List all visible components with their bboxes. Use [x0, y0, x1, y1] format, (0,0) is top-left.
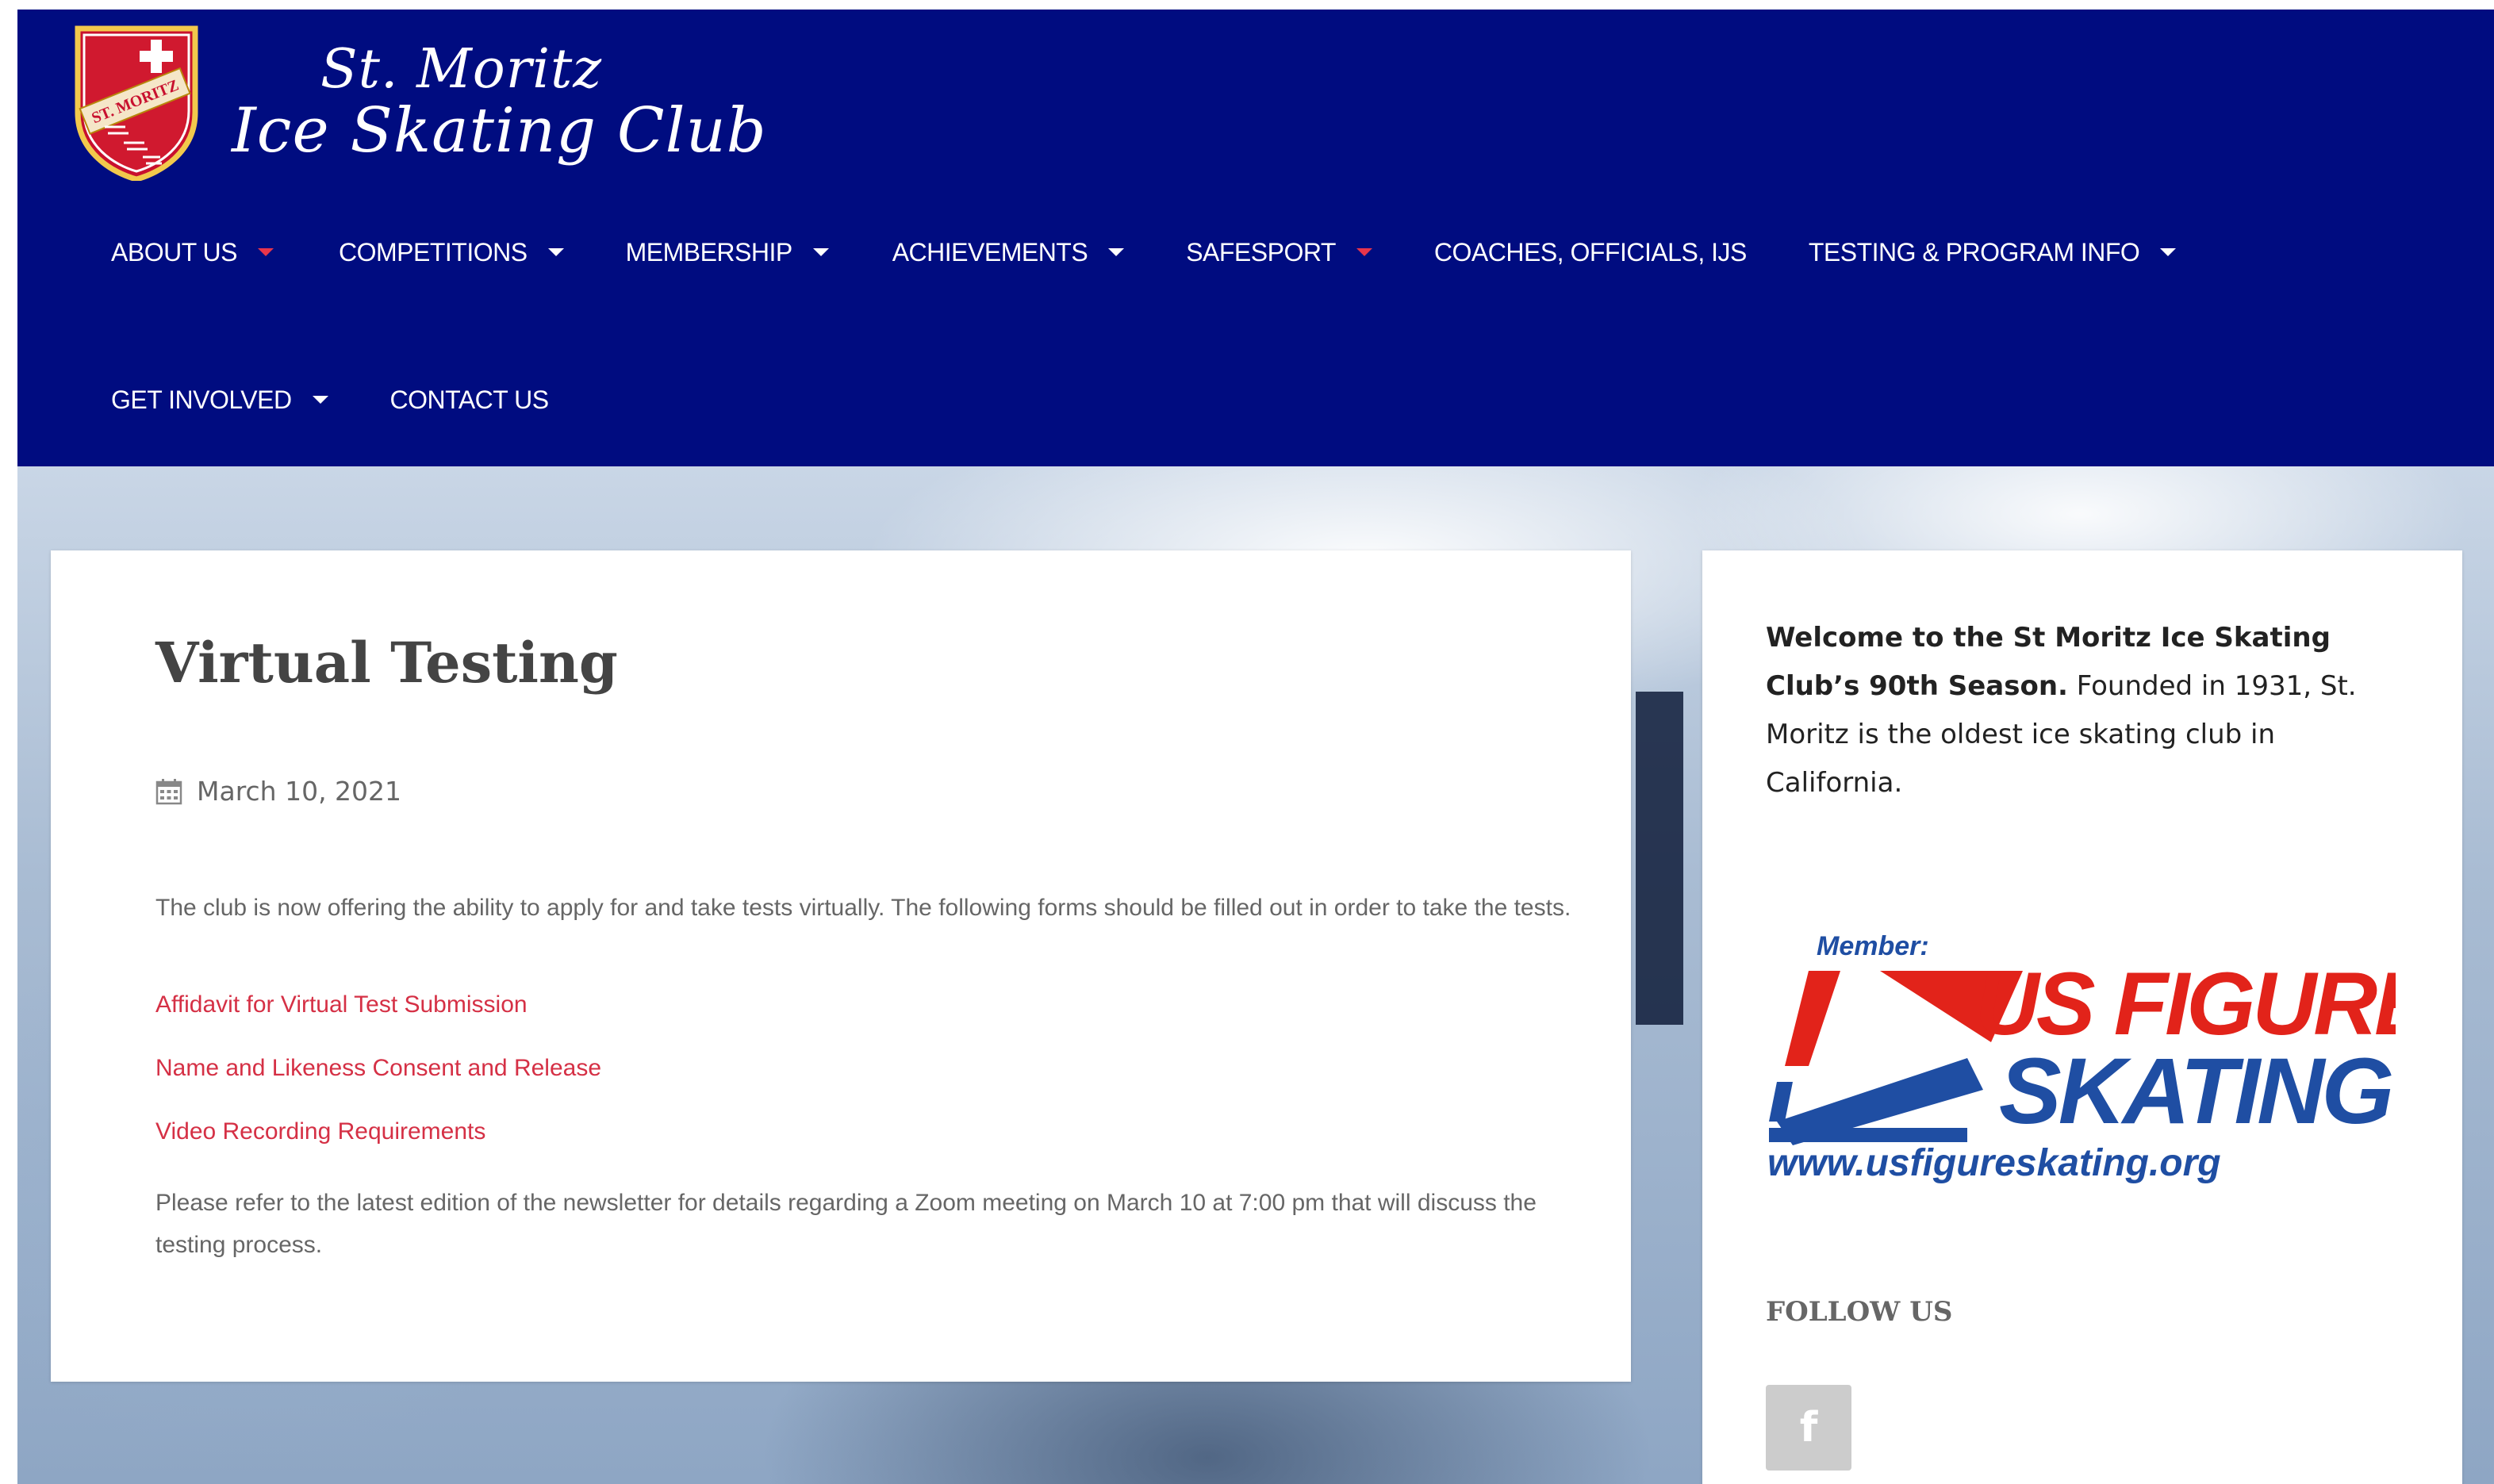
nav-item-testing-program-info[interactable]: TESTING & PROGRAM INFO: [1808, 237, 2177, 267]
main-nav-row-1: ABOUT US COMPETITIONS MEMBERSHIP ACHIEVE…: [111, 228, 2177, 276]
svg-text:www.usfigureskating.org: www.usfigureskating.org: [1767, 1142, 2221, 1184]
nav-item-label: ABOUT US: [111, 237, 238, 267]
main-nav-row-2: GET INVOLVED CONTACT US: [111, 376, 549, 424]
chevron-down-icon: [312, 396, 328, 404]
nav-item-label: SAFESPORT: [1186, 237, 1336, 267]
chevron-down-icon: [2160, 248, 2177, 256]
nav-item-contact-us[interactable]: CONTACT US: [389, 385, 550, 415]
sidebar: Welcome to the St Moritz Ice Skating Clu…: [1702, 550, 2462, 1484]
chevron-down-icon: [1356, 248, 1372, 256]
nav-item-membership[interactable]: MEMBERSHIP: [626, 238, 829, 267]
site-header: ST. MORITZ St. Moritz Ice Skating Club A…: [17, 10, 2494, 466]
post-closing-paragraph: Please refer to the latest edition of th…: [155, 1190, 1537, 1258]
svg-text:SKATING: SKATING: [1999, 1039, 2392, 1144]
nav-item-safesport[interactable]: SAFESPORT: [1186, 238, 1372, 267]
site-logo-link[interactable]: ST. MORITZ St. Moritz Ice Skating Club: [73, 25, 766, 184]
nav-item-label: ACHIEVEMENTS: [892, 237, 1088, 267]
site-title-line1: St. Moritz: [320, 38, 603, 101]
welcome-text: Welcome to the St Moritz Ice Skating Clu…: [1766, 614, 2369, 807]
nav-item-coaches-officials-ijs[interactable]: COACHES, OFFICIALS, IJS: [1434, 238, 1747, 267]
facebook-icon: f: [1799, 1404, 1818, 1451]
club-crest-icon: ST. MORITZ: [75, 25, 198, 181]
calendar-icon: [155, 778, 182, 804]
post-title: Virtual Testing: [155, 630, 618, 696]
chevron-down-icon: [812, 248, 829, 256]
site-title-line2: Ice Skating Club: [232, 95, 767, 167]
post-date-text: March 10, 2021: [197, 776, 402, 807]
affidavit-link[interactable]: Affidavit for Virtual Test Submission: [155, 991, 528, 1018]
nav-item-label: CONTACT US: [389, 385, 550, 414]
follow-us-heading: FOLLOW US: [1766, 1296, 1953, 1328]
nav-item-label: MEMBERSHIP: [625, 237, 793, 267]
facebook-button[interactable]: f: [1766, 1385, 1851, 1471]
nav-item-label: TESTING & PROGRAM INFO: [1808, 237, 2140, 267]
video-requirements-link[interactable]: Video Recording Requirements: [155, 1118, 485, 1145]
nav-item-get-involved[interactable]: GET INVOLVED: [111, 385, 328, 415]
post-date: March 10, 2021: [155, 776, 401, 807]
us-figure-skating-logo[interactable]: Member: US FIGURE SKATING www.usfiguresk…: [1761, 923, 2396, 1193]
skate-blade-decoration: [1636, 692, 1683, 1025]
svg-text:Member:: Member:: [1817, 931, 1929, 961]
nav-item-label: GET INVOLVED: [111, 385, 292, 414]
nav-item-about-us[interactable]: ABOUT US: [111, 238, 274, 267]
nav-item-label: COMPETITIONS: [339, 237, 528, 267]
chevron-down-icon: [547, 248, 564, 256]
nav-item-competitions[interactable]: COMPETITIONS: [339, 238, 564, 267]
nav-item-achievements[interactable]: ACHIEVEMENTS: [892, 237, 1125, 267]
post-card: Virtual Testing March 10, 2021 The club …: [51, 550, 1631, 1382]
consent-release-link[interactable]: Name and Likeness Consent and Release: [155, 1055, 601, 1082]
chevron-down-icon: [1108, 248, 1125, 256]
chevron-down-icon: [258, 248, 274, 256]
nav-item-label: COACHES, OFFICIALS, IJS: [1433, 237, 1747, 267]
post-intro-paragraph: The club is now offering the ability to …: [155, 895, 1571, 921]
page: ST. MORITZ St. Moritz Ice Skating Club A…: [17, 10, 2494, 1484]
